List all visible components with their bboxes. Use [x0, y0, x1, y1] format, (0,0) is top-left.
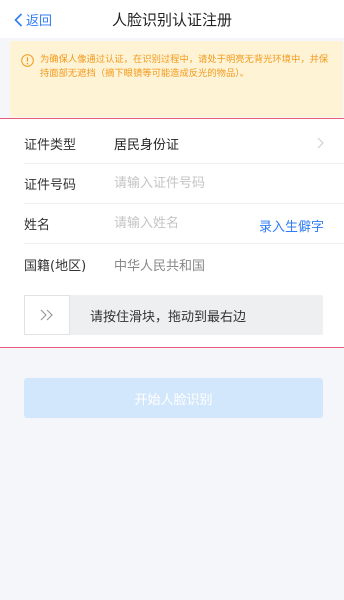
info-icon	[21, 54, 34, 67]
start-face-recognition-button[interactable]: 开始人脸识别	[24, 378, 323, 418]
nav-bar: 返回 人脸识别认证注册	[0, 0, 344, 38]
registration-form: 证件类型 居民身份证 证件号码 姓名 录入生僻字 国籍(地区) 中华人民共和国 …	[0, 118, 344, 348]
name-label: 姓名	[24, 218, 51, 233]
name-input[interactable]	[114, 216, 244, 231]
notice-text: 为确保人像通过认证，在识别过程中，请处于明亮无背光环境中，并保持面部无遮挡（摘下…	[40, 54, 329, 79]
notice-banner: 为确保人像通过认证，在识别过程中，请处于明亮无背光环境中，并保持面部无遮挡（摘下…	[10, 41, 343, 117]
id-type-label: 证件类型	[24, 138, 77, 153]
nationality-label: 国籍(地区)	[24, 258, 87, 274]
nationality-value: 中华人民共和国	[114, 258, 206, 274]
double-chevron-right-icon	[40, 309, 53, 321]
id-type-row[interactable]: 证件类型 居民身份证	[24, 124, 344, 164]
id-type-value: 居民身份证	[114, 138, 180, 153]
page-title: 人脸识别认证注册	[111, 11, 232, 29]
nationality-row: 国籍(地区) 中华人民共和国	[24, 244, 344, 284]
chevron-right-icon	[317, 137, 324, 149]
id-number-input[interactable]	[114, 176, 244, 191]
id-number-label: 证件号码	[24, 178, 77, 193]
slider-handle[interactable]	[24, 295, 70, 335]
slider-hint: 请按住滑块，拖动到最右边	[90, 310, 247, 325]
slider-verification[interactable]: 请按住滑块，拖动到最右边	[24, 295, 323, 335]
rare-character-link[interactable]: 录入生僻字	[259, 216, 324, 235]
name-row: 姓名 录入生僻字	[24, 204, 344, 244]
id-number-row: 证件号码	[24, 164, 344, 204]
